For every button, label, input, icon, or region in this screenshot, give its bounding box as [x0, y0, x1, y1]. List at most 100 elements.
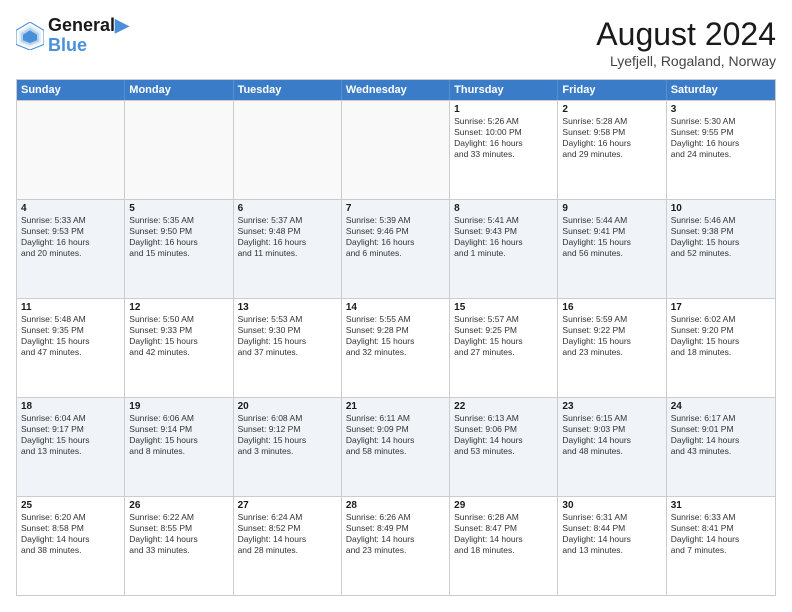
calendar-row-1: 1Sunrise: 5:26 AM Sunset: 10:00 PM Dayli… [17, 100, 775, 199]
day-cell-6: 6Sunrise: 5:37 AM Sunset: 9:48 PM Daylig… [234, 200, 342, 298]
day-number: 23 [562, 401, 661, 412]
day-number: 4 [21, 203, 120, 214]
day-number: 3 [671, 104, 771, 115]
day-cell-16: 16Sunrise: 5:59 AM Sunset: 9:22 PM Dayli… [558, 299, 666, 397]
day-number: 30 [562, 500, 661, 511]
day-info: Sunrise: 5:41 AM Sunset: 9:43 PM Dayligh… [454, 215, 553, 259]
calendar-header: SundayMondayTuesdayWednesdayThursdayFrid… [17, 80, 775, 100]
day-info: Sunrise: 5:35 AM Sunset: 9:50 PM Dayligh… [129, 215, 228, 259]
day-cell-3: 3Sunrise: 5:30 AM Sunset: 9:55 PM Daylig… [667, 101, 775, 199]
title-block: August 2024 Lyefjell, Rogaland, Norway [596, 16, 776, 69]
day-cell-22: 22Sunrise: 6:13 AM Sunset: 9:06 PM Dayli… [450, 398, 558, 496]
weekday-header-thursday: Thursday [450, 80, 558, 100]
day-cell-4: 4Sunrise: 5:33 AM Sunset: 9:53 PM Daylig… [17, 200, 125, 298]
day-cell-21: 21Sunrise: 6:11 AM Sunset: 9:09 PM Dayli… [342, 398, 450, 496]
day-info: Sunrise: 6:06 AM Sunset: 9:14 PM Dayligh… [129, 413, 228, 457]
day-info: Sunrise: 6:08 AM Sunset: 9:12 PM Dayligh… [238, 413, 337, 457]
day-cell-25: 25Sunrise: 6:20 AM Sunset: 8:58 PM Dayli… [17, 497, 125, 595]
calendar-row-2: 4Sunrise: 5:33 AM Sunset: 9:53 PM Daylig… [17, 199, 775, 298]
day-info: Sunrise: 5:57 AM Sunset: 9:25 PM Dayligh… [454, 314, 553, 358]
day-number: 19 [129, 401, 228, 412]
day-number: 20 [238, 401, 337, 412]
day-cell-5: 5Sunrise: 5:35 AM Sunset: 9:50 PM Daylig… [125, 200, 233, 298]
day-cell-26: 26Sunrise: 6:22 AM Sunset: 8:55 PM Dayli… [125, 497, 233, 595]
logo: General▶ Blue [16, 16, 129, 56]
day-number: 24 [671, 401, 771, 412]
day-number: 16 [562, 302, 661, 313]
empty-cell-0-1 [125, 101, 233, 199]
day-info: Sunrise: 6:20 AM Sunset: 8:58 PM Dayligh… [21, 512, 120, 556]
day-number: 2 [562, 104, 661, 115]
day-info: Sunrise: 5:50 AM Sunset: 9:33 PM Dayligh… [129, 314, 228, 358]
day-cell-11: 11Sunrise: 5:48 AM Sunset: 9:35 PM Dayli… [17, 299, 125, 397]
day-number: 6 [238, 203, 337, 214]
day-number: 25 [21, 500, 120, 511]
day-number: 7 [346, 203, 445, 214]
day-cell-17: 17Sunrise: 6:02 AM Sunset: 9:20 PM Dayli… [667, 299, 775, 397]
weekday-header-sunday: Sunday [17, 80, 125, 100]
weekday-header-wednesday: Wednesday [342, 80, 450, 100]
day-cell-9: 9Sunrise: 5:44 AM Sunset: 9:41 PM Daylig… [558, 200, 666, 298]
day-info: Sunrise: 5:46 AM Sunset: 9:38 PM Dayligh… [671, 215, 771, 259]
empty-cell-0-2 [234, 101, 342, 199]
day-number: 14 [346, 302, 445, 313]
day-number: 15 [454, 302, 553, 313]
subtitle: Lyefjell, Rogaland, Norway [596, 53, 776, 69]
weekday-header-monday: Monday [125, 80, 233, 100]
day-number: 31 [671, 500, 771, 511]
weekday-header-saturday: Saturday [667, 80, 775, 100]
day-info: Sunrise: 6:24 AM Sunset: 8:52 PM Dayligh… [238, 512, 337, 556]
day-info: Sunrise: 5:30 AM Sunset: 9:55 PM Dayligh… [671, 116, 771, 160]
day-cell-28: 28Sunrise: 6:26 AM Sunset: 8:49 PM Dayli… [342, 497, 450, 595]
day-number: 29 [454, 500, 553, 511]
day-cell-29: 29Sunrise: 6:28 AM Sunset: 8:47 PM Dayli… [450, 497, 558, 595]
day-info: Sunrise: 6:02 AM Sunset: 9:20 PM Dayligh… [671, 314, 771, 358]
day-cell-27: 27Sunrise: 6:24 AM Sunset: 8:52 PM Dayli… [234, 497, 342, 595]
day-cell-24: 24Sunrise: 6:17 AM Sunset: 9:01 PM Dayli… [667, 398, 775, 496]
day-cell-20: 20Sunrise: 6:08 AM Sunset: 9:12 PM Dayli… [234, 398, 342, 496]
day-cell-18: 18Sunrise: 6:04 AM Sunset: 9:17 PM Dayli… [17, 398, 125, 496]
header: General▶ Blue August 2024 Lyefjell, Roga… [16, 16, 776, 69]
day-number: 1 [454, 104, 553, 115]
day-info: Sunrise: 6:33 AM Sunset: 8:41 PM Dayligh… [671, 512, 771, 556]
day-cell-1: 1Sunrise: 5:26 AM Sunset: 10:00 PM Dayli… [450, 101, 558, 199]
day-cell-7: 7Sunrise: 5:39 AM Sunset: 9:46 PM Daylig… [342, 200, 450, 298]
day-info: Sunrise: 5:44 AM Sunset: 9:41 PM Dayligh… [562, 215, 661, 259]
day-info: Sunrise: 5:26 AM Sunset: 10:00 PM Daylig… [454, 116, 553, 160]
day-info: Sunrise: 5:33 AM Sunset: 9:53 PM Dayligh… [21, 215, 120, 259]
day-number: 18 [21, 401, 120, 412]
day-number: 27 [238, 500, 337, 511]
calendar-row-3: 11Sunrise: 5:48 AM Sunset: 9:35 PM Dayli… [17, 298, 775, 397]
day-info: Sunrise: 6:22 AM Sunset: 8:55 PM Dayligh… [129, 512, 228, 556]
day-number: 8 [454, 203, 553, 214]
day-number: 5 [129, 203, 228, 214]
day-info: Sunrise: 5:55 AM Sunset: 9:28 PM Dayligh… [346, 314, 445, 358]
day-info: Sunrise: 6:04 AM Sunset: 9:17 PM Dayligh… [21, 413, 120, 457]
day-number: 10 [671, 203, 771, 214]
day-cell-2: 2Sunrise: 5:28 AM Sunset: 9:58 PM Daylig… [558, 101, 666, 199]
day-cell-15: 15Sunrise: 5:57 AM Sunset: 9:25 PM Dayli… [450, 299, 558, 397]
page: General▶ Blue August 2024 Lyefjell, Roga… [0, 0, 792, 612]
day-cell-19: 19Sunrise: 6:06 AM Sunset: 9:14 PM Dayli… [125, 398, 233, 496]
weekday-header-tuesday: Tuesday [234, 80, 342, 100]
calendar: SundayMondayTuesdayWednesdayThursdayFrid… [16, 79, 776, 596]
day-info: Sunrise: 5:39 AM Sunset: 9:46 PM Dayligh… [346, 215, 445, 259]
day-info: Sunrise: 5:59 AM Sunset: 9:22 PM Dayligh… [562, 314, 661, 358]
day-number: 28 [346, 500, 445, 511]
day-info: Sunrise: 6:31 AM Sunset: 8:44 PM Dayligh… [562, 512, 661, 556]
day-number: 9 [562, 203, 661, 214]
day-cell-23: 23Sunrise: 6:15 AM Sunset: 9:03 PM Dayli… [558, 398, 666, 496]
day-info: Sunrise: 6:28 AM Sunset: 8:47 PM Dayligh… [454, 512, 553, 556]
day-info: Sunrise: 5:28 AM Sunset: 9:58 PM Dayligh… [562, 116, 661, 160]
empty-cell-0-3 [342, 101, 450, 199]
empty-cell-0-0 [17, 101, 125, 199]
day-number: 21 [346, 401, 445, 412]
day-number: 17 [671, 302, 771, 313]
day-info: Sunrise: 5:48 AM Sunset: 9:35 PM Dayligh… [21, 314, 120, 358]
day-info: Sunrise: 5:53 AM Sunset: 9:30 PM Dayligh… [238, 314, 337, 358]
logo-text: General▶ Blue [48, 16, 129, 56]
day-number: 22 [454, 401, 553, 412]
day-info: Sunrise: 6:13 AM Sunset: 9:06 PM Dayligh… [454, 413, 553, 457]
day-number: 12 [129, 302, 228, 313]
day-number: 13 [238, 302, 337, 313]
